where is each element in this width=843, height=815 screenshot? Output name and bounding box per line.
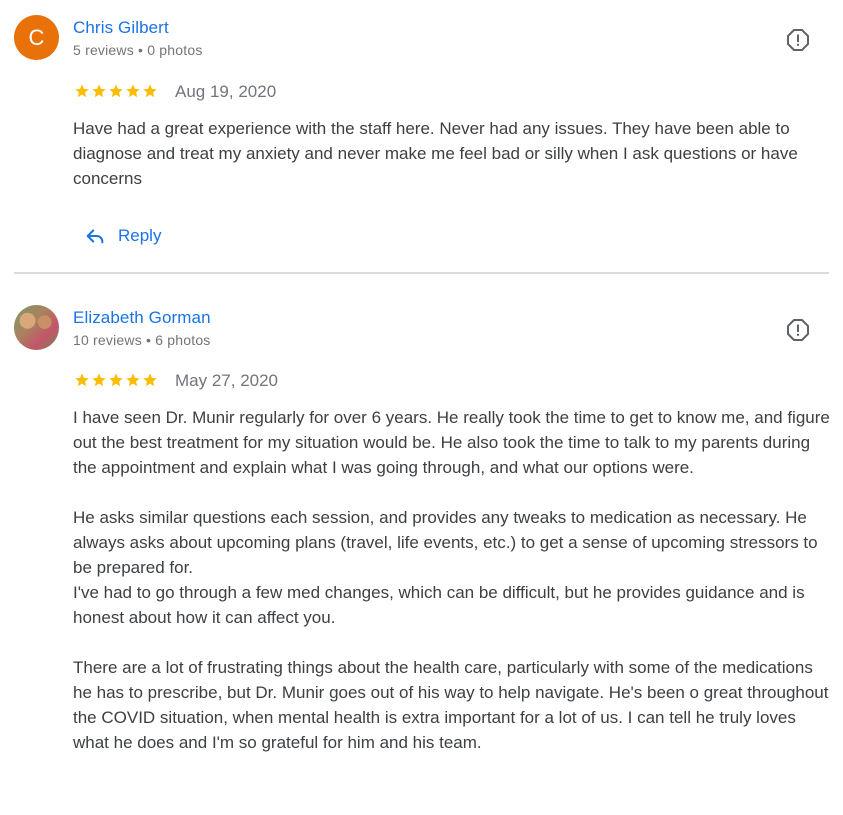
star-icon (143, 84, 157, 98)
report-flag-icon[interactable] (786, 28, 810, 52)
reviewer-name[interactable]: Chris Gilbert (73, 18, 169, 38)
review-text: Have had a great experience with the sta… (73, 119, 798, 188)
star-icon (109, 373, 123, 387)
divider (14, 272, 829, 274)
star-icon (92, 373, 106, 387)
reviewer-meta: 10 reviews • 6 photos (73, 332, 211, 348)
review-date: Aug 19, 2020 (175, 82, 277, 101)
reviewer-name[interactable]: Elizabeth Gorman (73, 308, 211, 328)
report-flag-icon[interactable] (786, 318, 810, 342)
star-rating (74, 372, 158, 388)
review-card: Elizabeth Gorman 10 reviews • 6 photos M… (0, 290, 843, 815)
review-date: May 27, 2020 (175, 371, 279, 390)
reply-arrow-icon (86, 229, 104, 244)
star-icon (126, 373, 140, 387)
reviewer-meta: 5 reviews • 0 photos (73, 42, 203, 58)
reply-label: Reply (118, 226, 162, 245)
star-rating (74, 83, 158, 99)
star-icon (143, 373, 157, 387)
reply-button[interactable]: Reply (84, 225, 161, 247)
star-icon (126, 84, 140, 98)
avatar[interactable]: C (14, 15, 59, 60)
star-icon (109, 84, 123, 98)
star-icon (75, 84, 89, 98)
review-text: I have seen Dr. Munir regularly for over… (73, 408, 830, 752)
star-icon (75, 373, 89, 387)
avatar[interactable] (14, 305, 59, 350)
star-icon (92, 84, 106, 98)
review-card: C Chris Gilbert 5 reviews • 0 photos Aug… (0, 0, 843, 275)
